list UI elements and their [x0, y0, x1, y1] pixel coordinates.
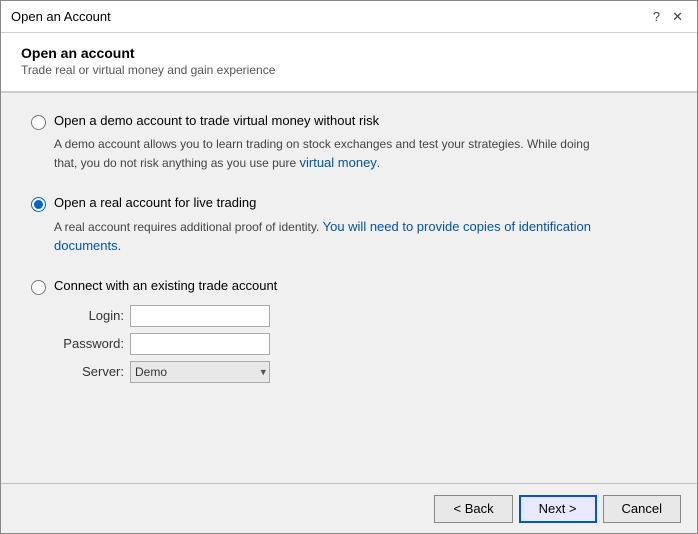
- dialog: Open an Account ? ✕ Open an account Trad…: [0, 0, 698, 534]
- cancel-button[interactable]: Cancel: [603, 495, 681, 523]
- back-button[interactable]: < Back: [434, 495, 512, 523]
- option-existing-row: Connect with an existing trade account: [31, 278, 667, 295]
- title-bar-controls: ? ✕: [649, 10, 687, 23]
- dialog-title: Open an Account: [11, 9, 111, 24]
- option-demo-desc: A demo account allows you to learn tradi…: [54, 135, 614, 173]
- content-area: Open a demo account to trade virtual mon…: [1, 93, 697, 483]
- password-input[interactable]: [130, 333, 270, 355]
- footer: < Back Next > Cancel: [1, 483, 697, 533]
- radio-real[interactable]: [31, 197, 46, 212]
- option-real-row: Open a real account for live trading: [31, 195, 667, 212]
- header-title: Open an account: [21, 45, 677, 61]
- header-subtitle: Trade real or virtual money and gain exp…: [21, 63, 677, 77]
- option-demo-label[interactable]: Open a demo account to trade virtual mon…: [54, 113, 379, 128]
- option-real-desc: A real account requires additional proof…: [54, 217, 614, 256]
- header-section: Open an account Trade real or virtual mo…: [1, 33, 697, 93]
- server-select[interactable]: Demo: [130, 361, 270, 383]
- real-highlight: You will need to provide copies of ident…: [54, 219, 591, 254]
- option-demo-block: Open a demo account to trade virtual mon…: [31, 113, 667, 173]
- existing-form-group: Login: Password: Server: Demo: [54, 305, 667, 383]
- password-label: Password:: [54, 336, 124, 351]
- radio-existing[interactable]: [31, 280, 46, 295]
- radio-demo[interactable]: [31, 115, 46, 130]
- option-existing-label[interactable]: Connect with an existing trade account: [54, 278, 277, 293]
- option-real-label[interactable]: Open a real account for live trading: [54, 195, 256, 210]
- option-demo-row: Open a demo account to trade virtual mon…: [31, 113, 667, 130]
- title-bar: Open an Account ? ✕: [1, 1, 697, 33]
- next-button[interactable]: Next >: [519, 495, 597, 523]
- demo-highlight: virtual money: [299, 155, 376, 170]
- password-row: Password:: [54, 333, 667, 355]
- login-label: Login:: [54, 308, 124, 323]
- option-real-block: Open a real account for live trading A r…: [31, 195, 667, 256]
- server-select-wrapper: Demo: [130, 361, 270, 383]
- option-existing-block: Connect with an existing trade account L…: [31, 278, 667, 383]
- help-button[interactable]: ?: [649, 10, 664, 23]
- close-button[interactable]: ✕: [668, 10, 687, 23]
- server-label: Server:: [54, 364, 124, 379]
- login-input[interactable]: [130, 305, 270, 327]
- server-row: Server: Demo: [54, 361, 667, 383]
- login-row: Login:: [54, 305, 667, 327]
